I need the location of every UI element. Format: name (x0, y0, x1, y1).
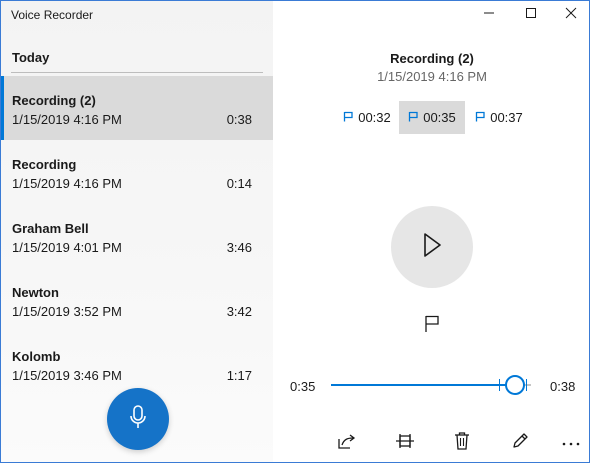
recordings-pane: Voice Recorder Today Recording (2) 1/15/… (1, 1, 273, 462)
recording-list-item[interactable]: Graham Bell 1/15/2019 4:01 PM 3:46 (1, 204, 273, 268)
recording-list-item[interactable]: Kolomb 1/15/2019 3:46 PM 1:17 (1, 332, 273, 396)
recording-date: 1/15/2019 4:16 PM (12, 176, 122, 191)
rename-button[interactable] (508, 431, 532, 455)
app-title: Voice Recorder (11, 8, 94, 22)
trim-button[interactable] (393, 431, 417, 455)
share-button[interactable] (335, 431, 359, 455)
recording-name: Kolomb (12, 349, 61, 364)
more-button[interactable] (559, 431, 583, 455)
flag-icon (475, 110, 486, 125)
playback-slider[interactable] (331, 375, 531, 395)
close-icon (565, 6, 577, 24)
minimize-icon (483, 6, 495, 24)
delete-button[interactable] (450, 431, 474, 455)
current-time: 0:35 (290, 379, 316, 394)
flag-icon (408, 110, 419, 125)
more-icon (562, 434, 580, 452)
recording-list-item[interactable]: Recording (2) 1/15/2019 4:16 PM 0:38 (1, 76, 273, 140)
add-marker-button[interactable] (422, 315, 442, 338)
minimize-button[interactable] (469, 1, 509, 29)
recording-name: Recording (2) (12, 93, 96, 108)
pencil-icon (511, 432, 529, 455)
close-button[interactable] (551, 1, 589, 29)
recording-date: 1/15/2019 4:16 PM (12, 112, 122, 127)
recording-date: 1/15/2019 3:46 PM (12, 368, 122, 383)
recording-detail-pane: Recording (2) 1/15/2019 4:16 PM 00:32 00… (273, 1, 589, 462)
play-icon (421, 232, 443, 263)
delete-icon (454, 431, 470, 455)
recording-list-item[interactable]: Newton 1/15/2019 3:52 PM 3:42 (1, 268, 273, 332)
total-time: 0:38 (550, 379, 576, 394)
marker-time: 00:37 (490, 110, 523, 125)
recording-date: 1/15/2019 3:52 PM (12, 304, 122, 319)
marker-tick (525, 379, 527, 391)
recording-duration: 3:42 (226, 304, 252, 319)
recording-duration: 0:38 (226, 112, 252, 127)
recordings-list: Recording (2) 1/15/2019 4:16 PM 0:38 Rec… (1, 76, 273, 396)
marker-chip[interactable]: 00:35 (399, 101, 465, 134)
record-button[interactable] (107, 388, 169, 450)
group-header-today: Today (12, 50, 50, 65)
playback-progress (331, 384, 515, 386)
group-divider (11, 72, 263, 73)
recording-name: Recording (12, 157, 77, 172)
share-icon (338, 433, 356, 454)
flag-icon (343, 110, 354, 125)
recording-name: Graham Bell (12, 221, 89, 236)
voice-recorder-window: Voice Recorder Today Recording (2) 1/15/… (0, 0, 590, 463)
marker-time: 00:32 (358, 110, 391, 125)
marker-chip[interactable]: 00:32 (335, 101, 399, 134)
marker-chip[interactable]: 00:37 (467, 101, 531, 134)
recording-list-item[interactable]: Recording 1/15/2019 4:16 PM 0:14 (1, 140, 273, 204)
play-button[interactable] (391, 206, 473, 288)
maximize-icon (525, 6, 537, 24)
marker-time: 00:35 (423, 110, 456, 125)
marker-tick (499, 379, 501, 391)
recording-duration: 3:46 (226, 240, 252, 255)
recording-date-detail: 1/15/2019 4:16 PM (377, 69, 487, 84)
flag-icon (424, 315, 440, 338)
slider-thumb[interactable] (505, 375, 525, 395)
maximize-button[interactable] (511, 1, 551, 29)
recording-duration: 0:14 (226, 176, 252, 191)
recording-title: Recording (2) (390, 51, 474, 66)
recording-date: 1/15/2019 4:01 PM (12, 240, 122, 255)
recording-duration: 1:17 (226, 368, 252, 383)
recording-name: Newton (12, 285, 59, 300)
trim-icon (395, 433, 415, 454)
microphone-icon (127, 404, 149, 435)
